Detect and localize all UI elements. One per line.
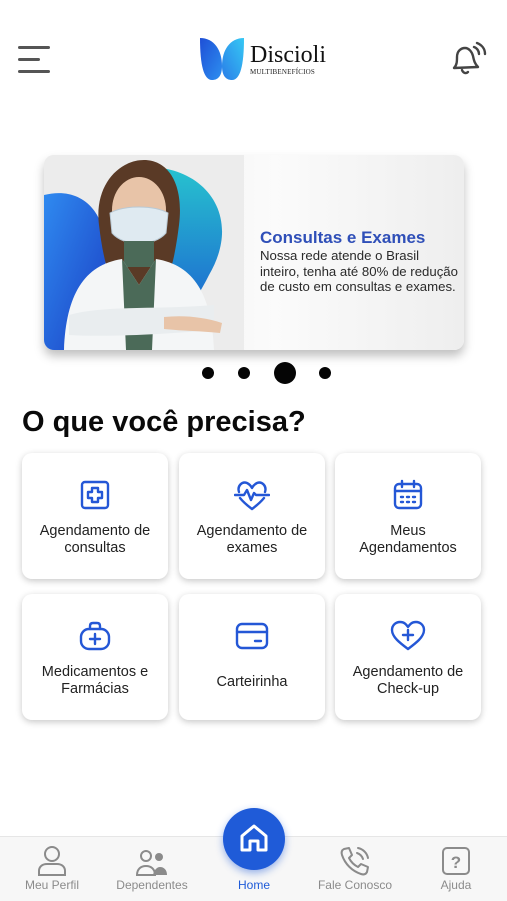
nav-item-profile[interactable]: Meu Perfil	[4, 837, 100, 901]
service-card-my-appointments[interactable]: Meus Agendamentos	[335, 453, 481, 579]
service-label: Agendamento de exames	[196, 523, 308, 556]
carousel-dot-1[interactable]	[202, 367, 214, 379]
medical-bag-icon	[79, 621, 111, 651]
medical-cross-icon	[80, 480, 110, 510]
banner-title: Consultas e Exames	[260, 228, 426, 247]
service-card-appointments[interactable]: Agendamento de consultas	[22, 453, 168, 579]
service-card-member-card[interactable]: Carteirinha	[179, 594, 325, 720]
heartbeat-icon	[234, 481, 270, 511]
nav-label-dependents: Dependentes	[116, 878, 188, 892]
help-icon: ?	[442, 847, 470, 875]
phone-icon	[340, 847, 369, 876]
logo: Discioli MULTIBENEFÍCIOS	[198, 36, 326, 82]
service-card-exams[interactable]: Agendamento de exames	[179, 453, 325, 579]
menu-icon[interactable]	[18, 44, 52, 76]
app-header: Discioli MULTIBENEFÍCIOS	[0, 0, 507, 110]
nav-label-home[interactable]: Home	[204, 878, 304, 892]
logo-subtitle: MULTIBENEFÍCIOS	[250, 67, 315, 76]
logo-name: Discioli	[250, 41, 326, 68]
nav-item-contact[interactable]: Fale Conosco	[307, 837, 403, 901]
service-label: Carteirinha	[216, 674, 288, 690]
logo-butterfly-icon	[200, 38, 244, 80]
service-label: Agendamento de consultas	[39, 523, 151, 556]
heart-plus-icon	[390, 620, 426, 651]
user-icon	[38, 846, 66, 876]
home-button[interactable]	[223, 808, 285, 870]
carousel-dot-4[interactable]	[319, 367, 331, 379]
section-title: O que você precisa?	[22, 406, 306, 438]
service-label: Agendamento de Check-up	[352, 664, 464, 697]
carousel-indicator	[0, 362, 507, 384]
nav-item-help[interactable]: ? Ajuda	[408, 837, 504, 901]
card-icon	[235, 622, 269, 650]
calendar-icon	[393, 479, 423, 510]
service-card-pharmacy[interactable]: Medicamentos e Farmácias	[22, 594, 168, 720]
service-card-checkup[interactable]: Agendamento de Check-up	[335, 594, 481, 720]
home-icon	[240, 824, 268, 852]
promo-banner[interactable]: Consultas e Exames Nossa rede atende o B…	[44, 155, 464, 350]
notifications-bell-icon[interactable]	[446, 40, 488, 82]
service-label: Meus Agendamentos	[359, 523, 457, 556]
carousel-dot-3-active[interactable]	[274, 362, 296, 384]
service-label: Medicamentos e Farmácias	[41, 664, 149, 697]
nav-item-dependents[interactable]: Dependentes	[104, 837, 200, 901]
users-icon	[135, 850, 167, 876]
nav-label-profile: Meu Perfil	[24, 878, 80, 892]
nav-label-help: Ajuda	[440, 878, 472, 892]
doctor-illustration	[44, 155, 244, 350]
nav-label-contact: Fale Conosco	[317, 878, 393, 892]
carousel-dot-2[interactable]	[238, 367, 250, 379]
banner-text: Nossa rede atende o Brasil inteiro, tenh…	[260, 248, 458, 294]
svg-text:?: ?	[451, 853, 461, 872]
